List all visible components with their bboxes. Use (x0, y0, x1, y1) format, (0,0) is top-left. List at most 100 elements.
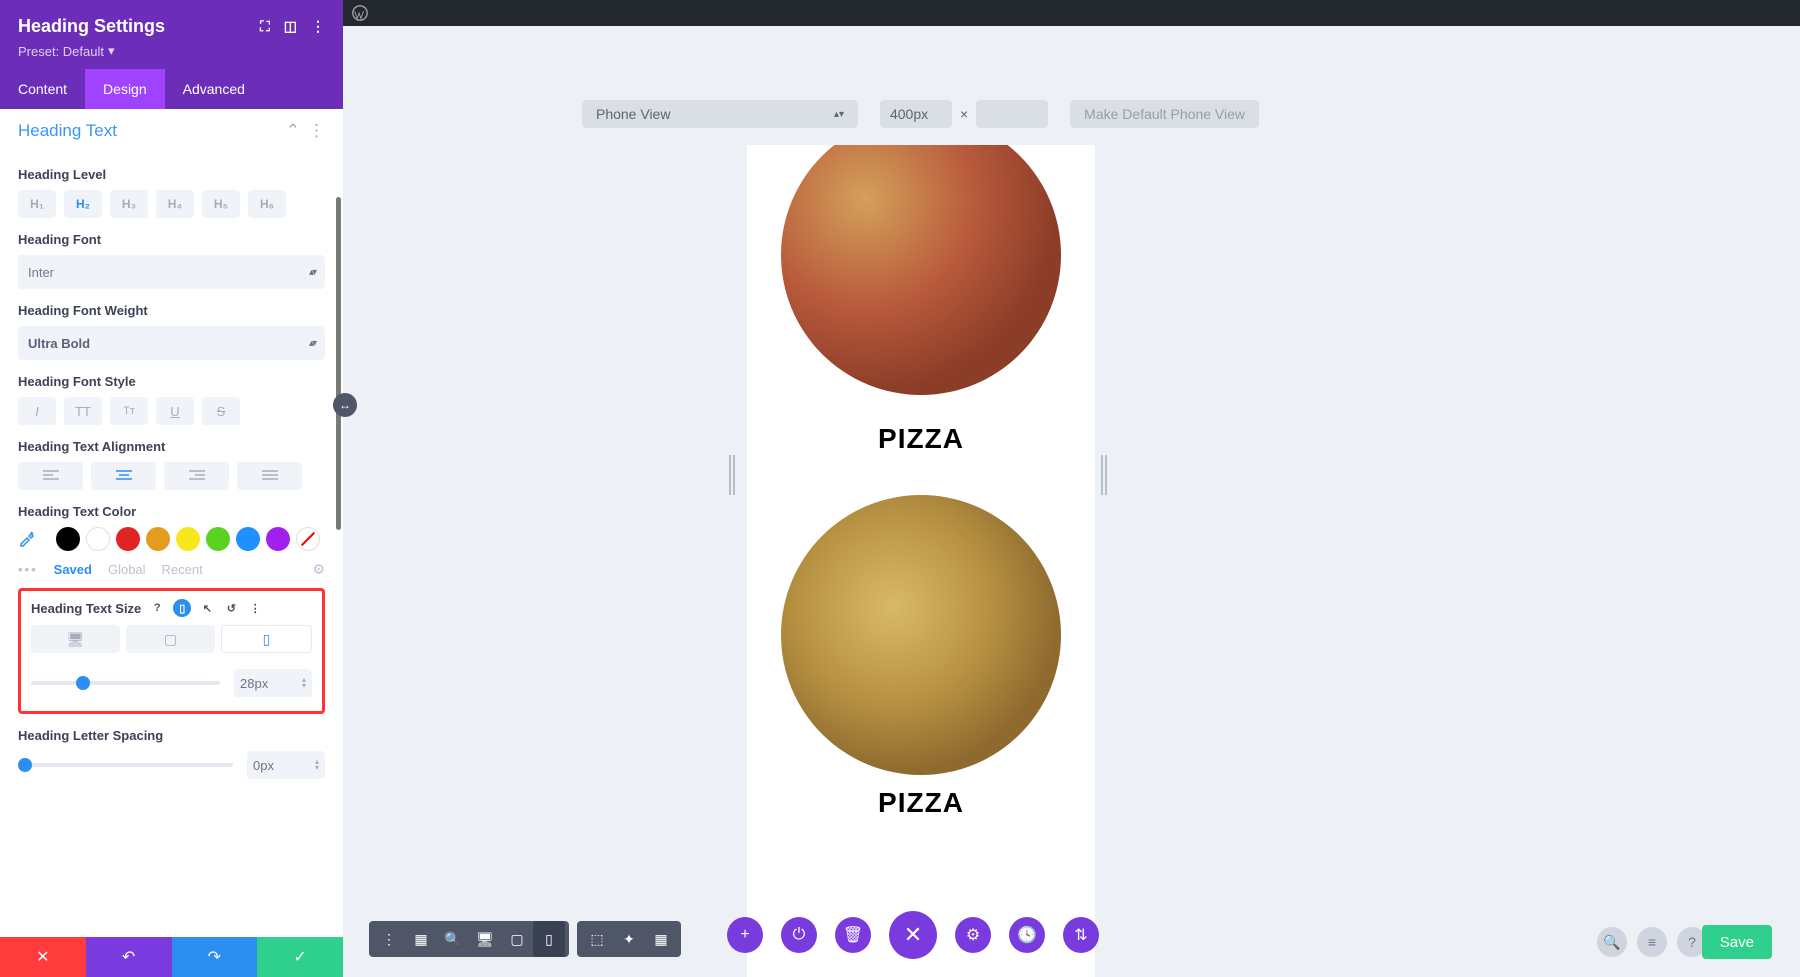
heading-level-h3[interactable]: H₃ (110, 190, 148, 218)
device-desktop-button[interactable]: 🖥 (31, 625, 120, 653)
color-more-icon[interactable]: ••• (18, 562, 38, 577)
preview-canvas: PIZZA PIZZA (747, 145, 1095, 977)
smallcaps-button[interactable]: Tᴛ (110, 397, 148, 425)
heading-level-h1[interactable]: H₁ (18, 190, 56, 218)
pizza-heading-1[interactable]: PIZZA (747, 423, 1095, 455)
grid-mode-icon[interactable]: ▦ (645, 921, 677, 957)
color-swatch-orange[interactable] (146, 527, 170, 551)
spinner-icon[interactable]: ▴▾ (302, 677, 306, 689)
phone-view-icon[interactable]: ▯ (533, 921, 565, 957)
layers-icon[interactable]: ≡ (1637, 927, 1667, 957)
heading-level-h6[interactable]: H₆ (248, 190, 286, 218)
preset-selector[interactable]: Preset: Default ▾ (18, 43, 325, 59)
color-swatch-white[interactable] (86, 527, 110, 551)
viewport-height-input[interactable] (976, 100, 1048, 128)
chevron-up-icon[interactable]: ⌃ (286, 121, 300, 141)
power-button[interactable]: ⏻ (781, 917, 817, 953)
heading-level-h2[interactable]: H₂ (64, 190, 102, 218)
snap-icon[interactable]: ◫ (284, 18, 297, 35)
toolbar-more-icon[interactable]: ⋮ (373, 921, 405, 957)
tab-design[interactable]: Design (85, 69, 165, 109)
italic-button[interactable]: I (18, 397, 56, 425)
click-mode-icon[interactable]: ⬚ (581, 921, 613, 957)
desktop-view-icon[interactable]: 🖥 (469, 921, 501, 957)
label-font-weight: Heading Font Weight (18, 303, 325, 318)
heading-level-h4[interactable]: H₄ (156, 190, 194, 218)
label-font-style: Heading Font Style (18, 374, 325, 389)
module-title: Heading Settings (18, 16, 165, 37)
reset-icon[interactable]: ↺ (223, 600, 239, 616)
font-select[interactable]: Inter ▴▾ (18, 255, 325, 289)
delete-button[interactable]: 🗑 (835, 917, 871, 953)
tablet-view-icon[interactable]: ▢ (501, 921, 533, 957)
align-left-button[interactable] (18, 462, 83, 490)
eyedropper-icon[interactable] (18, 527, 42, 551)
color-swatch-blue[interactable] (236, 527, 260, 551)
color-swatch-green[interactable] (206, 527, 230, 551)
close-builder-button[interactable]: ✕ (889, 911, 937, 959)
responsive-icon[interactable]: ▯ (173, 599, 191, 617)
align-right-button[interactable] (164, 462, 229, 490)
undo-button[interactable]: ↶ (86, 937, 172, 977)
letter-spacing-slider[interactable] (18, 763, 233, 767)
search-icon[interactable]: 🔍 (1597, 927, 1627, 957)
option-more-icon[interactable]: ⋮ (247, 600, 263, 616)
canvas-resize-right[interactable] (1101, 455, 1111, 495)
panel-collapse-button[interactable]: ↔ (333, 393, 357, 417)
history-button[interactable]: 🕓 (1009, 917, 1045, 953)
color-swatch-red[interactable] (116, 527, 140, 551)
uppercase-button[interactable]: TT (64, 397, 102, 425)
redo-button[interactable]: ↷ (172, 937, 258, 977)
label-alignment: Heading Text Alignment (18, 439, 325, 454)
viewport-width-input[interactable]: 400px (880, 100, 952, 128)
device-tablet-button[interactable]: ▢ (126, 625, 215, 653)
help-icon[interactable]: ? (149, 600, 165, 616)
confirm-button[interactable]: ✓ (257, 937, 343, 977)
make-default-view-button[interactable]: Make Default Phone View (1070, 100, 1259, 128)
color-tab-recent[interactable]: Recent (162, 562, 203, 577)
pizza-heading-2[interactable]: PIZZA (747, 787, 1095, 819)
pizza-image-2[interactable] (781, 495, 1061, 775)
color-settings-icon[interactable]: ⚙ (312, 561, 325, 578)
select-arrows-icon: ▴▾ (834, 109, 844, 120)
color-tab-saved[interactable]: Saved (54, 562, 92, 577)
strikethrough-button[interactable]: S (202, 397, 240, 425)
device-phone-button[interactable]: ▯ (221, 625, 312, 653)
zoom-icon[interactable]: 🔍 (437, 921, 469, 957)
text-size-input[interactable]: 28px ▴▾ (234, 669, 312, 697)
heading-level-h5[interactable]: H₅ (202, 190, 240, 218)
scrollbar[interactable] (336, 197, 341, 530)
tab-content[interactable]: Content (0, 69, 85, 109)
align-justify-button[interactable] (237, 462, 302, 490)
text-size-slider[interactable] (31, 681, 220, 685)
color-swatch-none[interactable] (296, 527, 320, 551)
settings-button[interactable]: ⚙ (955, 917, 991, 953)
spinner-icon[interactable]: ▴▾ (315, 759, 319, 771)
hover-icon[interactable]: ↖ (199, 600, 215, 616)
view-mode-select[interactable]: Phone View ▴▾ (582, 100, 858, 128)
cancel-button[interactable]: ✕ (0, 937, 86, 977)
save-button[interactable]: Save (1702, 925, 1772, 959)
pizza-image-1[interactable] (781, 145, 1061, 395)
more-icon[interactable]: ⋮ (311, 18, 325, 35)
color-swatch-black[interactable] (56, 527, 80, 551)
toolbar-group-1: ⋮ ▦ 🔍 🖥 ▢ ▯ (369, 921, 569, 957)
letter-spacing-input[interactable]: 0px ▴▾ (247, 751, 325, 779)
label-heading-font: Heading Font (18, 232, 325, 247)
tab-advanced[interactable]: Advanced (165, 69, 263, 109)
sort-button[interactable]: ⇅ (1063, 917, 1099, 953)
hover-mode-icon[interactable]: ✦ (613, 921, 645, 957)
color-tab-global[interactable]: Global (108, 562, 146, 577)
font-weight-select[interactable]: Ultra Bold ▴▾ (18, 326, 325, 360)
section-heading-text[interactable]: Heading Text ⌃ ⋮ (0, 109, 343, 153)
canvas-resize-left[interactable] (729, 455, 739, 495)
add-module-button[interactable]: + (727, 917, 763, 953)
expand-icon[interactable]: ⛶ (260, 18, 270, 35)
align-center-button[interactable] (91, 462, 156, 490)
underline-button[interactable]: U (156, 397, 194, 425)
color-swatch-yellow[interactable] (176, 527, 200, 551)
section-more-icon[interactable]: ⋮ (308, 121, 325, 141)
wordpress-icon[interactable] (351, 4, 369, 22)
color-swatch-purple[interactable] (266, 527, 290, 551)
wireframe-icon[interactable]: ▦ (405, 921, 437, 957)
